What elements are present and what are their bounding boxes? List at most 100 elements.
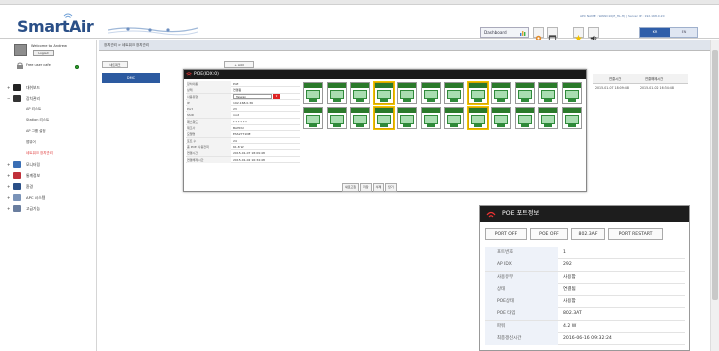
dashboard-button[interactable]: Dashboard xyxy=(480,27,529,38)
sidebar-subitem-2[interactable]: AP 그룹 설정 xyxy=(4,126,96,137)
poe-port-24[interactable] xyxy=(561,107,582,129)
poe-port-1[interactable] xyxy=(303,82,323,104)
welcome-text: Welcome to Andrew xyxy=(31,44,67,48)
expand-toggle-icon[interactable]: + xyxy=(7,192,10,203)
poe-port-8[interactable] xyxy=(467,82,488,104)
expand-toggle-icon[interactable]: + xyxy=(7,82,10,93)
speaker-icon[interactable] xyxy=(588,27,599,42)
poe-port-19[interactable] xyxy=(444,107,464,129)
form-label: 총 POE 사용전력 xyxy=(187,143,231,150)
port-status-bar xyxy=(374,83,393,88)
port-notch xyxy=(450,123,458,127)
select-dropdown-button[interactable]: ▾ xyxy=(273,93,280,100)
scrollbar-thumb[interactable] xyxy=(712,50,718,300)
sidebar-section-4[interactable]: + 고급기능 xyxy=(4,203,96,214)
app-logo[interactable]: SmartAir xyxy=(17,17,94,36)
sidebar-subitem-4[interactable]: 네트워크 장치관리 xyxy=(4,148,96,159)
poe-port-9[interactable] xyxy=(491,82,511,104)
poe-port-11[interactable] xyxy=(538,82,558,104)
port-info-row: AP IDX 292 xyxy=(485,259,685,272)
expand-toggle-icon[interactable]: + xyxy=(7,159,10,170)
language-ko-button[interactable]: KR xyxy=(640,28,670,37)
port-info-value: 4.2 W xyxy=(563,323,577,329)
poe-port-12[interactable] xyxy=(561,82,582,104)
vertical-scrollbar[interactable] xyxy=(710,40,719,351)
expand-toggle-icon[interactable]: + xyxy=(7,203,10,214)
close-button[interactable]: 닫기 xyxy=(385,183,397,192)
poe-port-21[interactable] xyxy=(491,107,511,129)
add-device-button[interactable]: + Add xyxy=(224,61,254,68)
port-panel-title-text: POE 포트정보 xyxy=(502,210,540,217)
poe-port-15[interactable] xyxy=(350,107,370,129)
port-status-bar xyxy=(421,108,440,113)
poe-port-4[interactable] xyxy=(373,82,394,104)
port-notch xyxy=(520,123,529,127)
poe-port-16[interactable] xyxy=(373,107,394,129)
port-off-button[interactable]: PORT OFF xyxy=(485,228,527,240)
language-en-button[interactable]: EN xyxy=(670,28,698,37)
time-table-header: 연결시간 연결해제시간 xyxy=(593,74,688,84)
port-restart-button[interactable]: PORT RESTART xyxy=(608,228,663,240)
save-button[interactable]: 저장 xyxy=(360,183,372,192)
sidebar-item-1[interactable]: − 장치관리 xyxy=(4,93,96,104)
expand-toggle-icon[interactable]: − xyxy=(7,93,10,104)
802-3af-button[interactable]: 802.3AF xyxy=(571,228,605,240)
user-status-label: Free user cafe xyxy=(26,63,51,67)
tab-network[interactable]: 네트워크 xyxy=(102,61,128,68)
port-info-label: 상태 xyxy=(485,283,558,296)
sidebar-subitem-1[interactable]: Station 리스트 xyxy=(4,115,96,126)
expand-toggle-icon[interactable]: + xyxy=(7,170,10,181)
time-disconnect-value: 2015-01-02 16:34:48 xyxy=(640,86,674,90)
port-info-row: 포트번호 1 xyxy=(485,247,685,260)
sidebar-item-label: APC 시스템 xyxy=(26,195,46,200)
poe-port-5[interactable] xyxy=(397,82,417,104)
sidebar-section-0[interactable]: + 모니터링 xyxy=(4,159,96,170)
poe-device-form: 장치이름 PoE 상태 연결됨 사용유형 Taiwan ▾ IP 192.168.0.36 Por… xyxy=(186,81,300,163)
poe-port-23[interactable] xyxy=(538,107,558,129)
port-status-bar xyxy=(562,108,581,113)
port-status-bar xyxy=(515,108,534,113)
poe-port-13[interactable] xyxy=(303,107,323,129)
form-value: PoE xyxy=(233,82,239,86)
sidebar-item-label: 대쉬보드 xyxy=(26,85,40,90)
port-info-row: 사용유무 사용함 xyxy=(485,271,685,284)
sidebar-item-0[interactable]: + 대쉬보드 xyxy=(4,82,96,93)
port-notch xyxy=(332,98,341,102)
dmc-group-item[interactable]: DMC xyxy=(102,73,160,83)
poe-port-2[interactable] xyxy=(326,82,347,104)
expand-toggle-icon[interactable]: + xyxy=(7,181,10,192)
poe-port-14[interactable] xyxy=(326,107,347,129)
poe-port-18[interactable] xyxy=(420,107,441,129)
poe-port-7[interactable] xyxy=(444,82,464,104)
delete-button[interactable]: 삭제 xyxy=(372,183,385,192)
port-status-bar xyxy=(351,108,369,113)
port-notch xyxy=(473,98,482,102)
table-row[interactable]: 2015-01-07 18:09:48 2015-01-02 16:34:48 xyxy=(593,84,688,92)
window-icon[interactable] xyxy=(547,27,558,42)
port-status-bar xyxy=(562,83,581,88)
usage-type-select[interactable]: Taiwan xyxy=(233,93,272,100)
poe-port-17[interactable] xyxy=(397,107,417,129)
poe-off-button[interactable]: POE OFF xyxy=(530,228,568,240)
star-icon[interactable] xyxy=(573,27,584,43)
port-row xyxy=(303,107,586,129)
port-status-bar xyxy=(327,108,346,113)
poe-port-3[interactable] xyxy=(350,82,370,104)
poe-port-grid xyxy=(303,82,586,130)
port-notch xyxy=(520,98,529,102)
poe-port-20[interactable] xyxy=(467,107,488,129)
wifi-icon xyxy=(486,211,496,218)
sidebar-section-2[interactable]: + 환경 xyxy=(4,181,96,192)
sidebar-section-1[interactable]: + 통계정보 xyxy=(4,170,96,181)
port-notch xyxy=(567,98,576,102)
poe-port-6[interactable] xyxy=(420,82,441,104)
poe-port-10[interactable] xyxy=(514,82,535,104)
sidebar-subitem-3[interactable]: 맵뷰어 xyxy=(4,137,96,148)
poe-port-22[interactable] xyxy=(514,107,535,129)
sidebar-subitem-0[interactable]: AP 리스트 xyxy=(4,104,96,115)
settings-icon[interactable] xyxy=(533,27,544,42)
sidebar-section-3[interactable]: + APC 시스템 xyxy=(4,192,96,203)
sidebar: Welcome to Andrew Logout Free user cafe … xyxy=(0,40,97,351)
refresh-button[interactable]: 새로고침 xyxy=(342,183,360,192)
logout-button[interactable]: Logout xyxy=(33,50,54,56)
